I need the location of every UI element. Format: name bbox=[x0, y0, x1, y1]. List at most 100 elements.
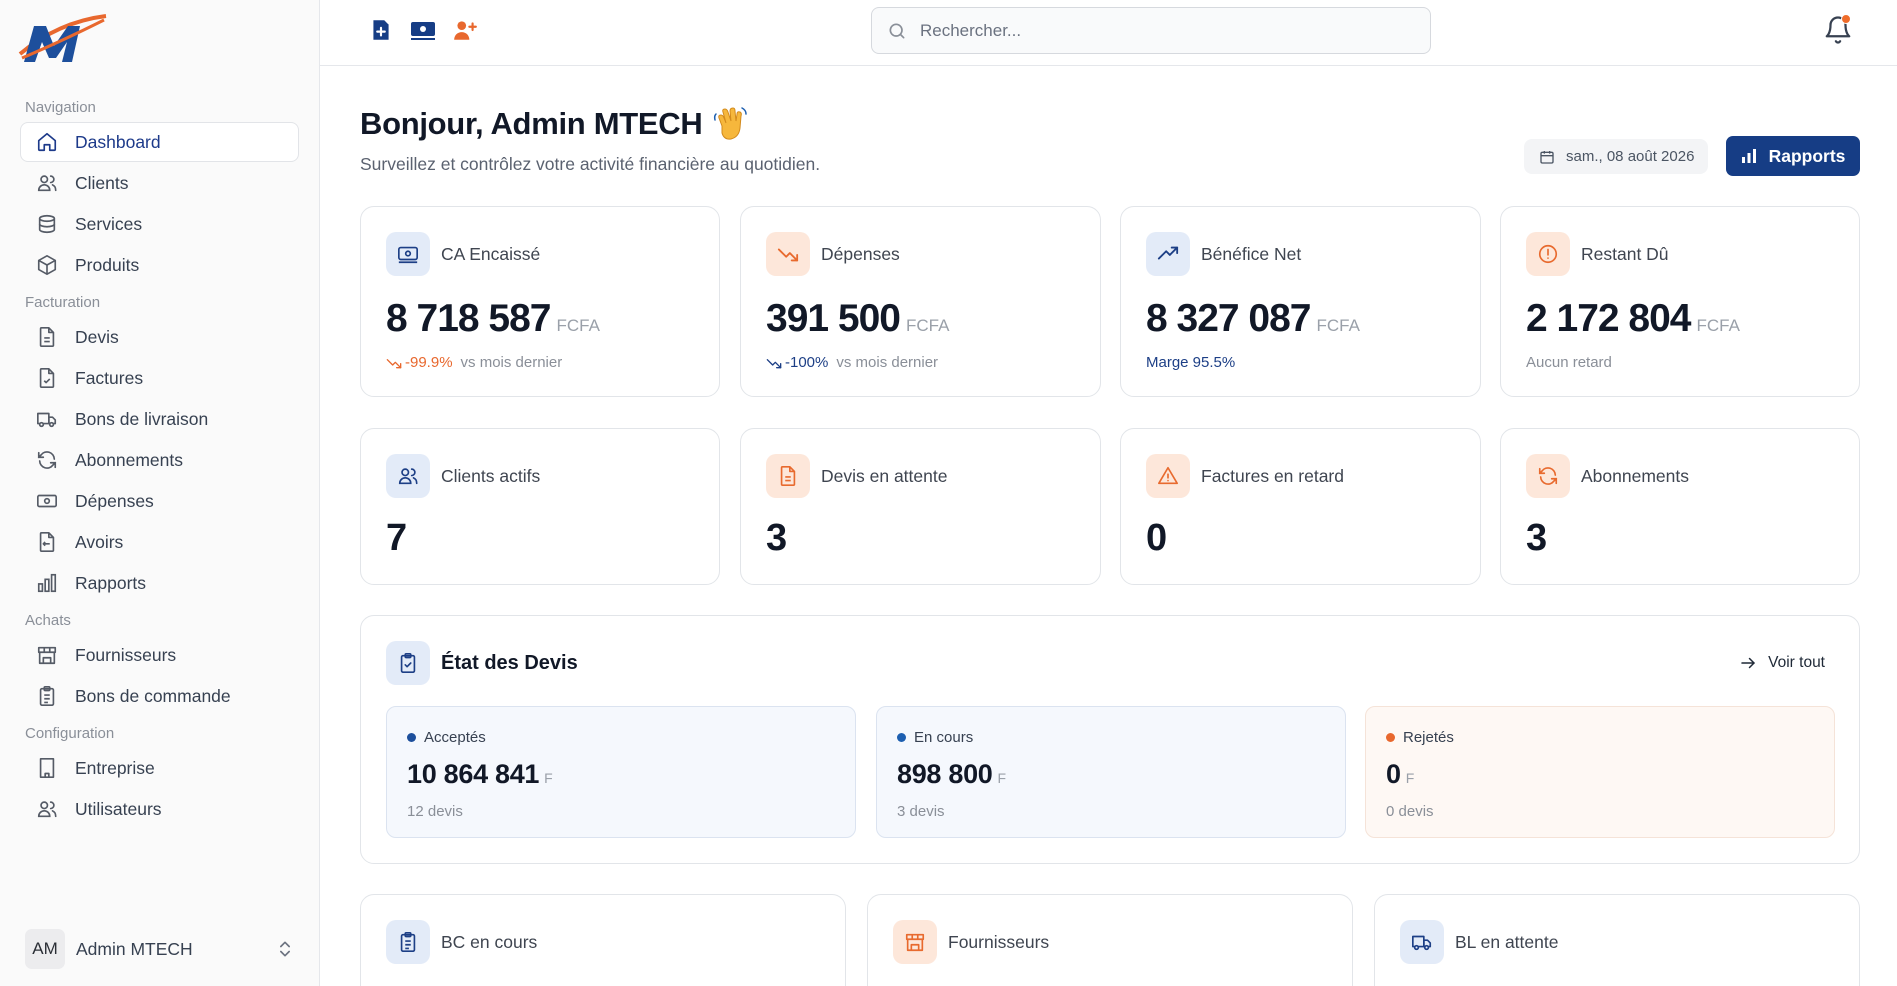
kpi-value: 8 718 587 bbox=[386, 297, 552, 340]
sidebar-item-depenses[interactable]: Dépenses bbox=[20, 481, 299, 521]
sidebar-item-label: Devis bbox=[75, 326, 119, 347]
status-card-acceptes[interactable]: Acceptés 10 864 841 F 12 devis bbox=[386, 706, 856, 838]
status-card-en-cours[interactable]: En cours 898 800 F 3 devis bbox=[876, 706, 1346, 838]
kpi-label: Dépenses bbox=[821, 243, 900, 264]
sidebar-item-bons-de-commande[interactable]: Bons de commande bbox=[20, 676, 299, 716]
sidebar-item-factures[interactable]: Factures bbox=[20, 358, 299, 398]
new-expense-button[interactable] bbox=[410, 17, 436, 43]
kpi-value: 2 172 804 bbox=[1526, 297, 1692, 340]
sidebar-item-label: Dépenses bbox=[75, 490, 154, 511]
alert-triangle-icon bbox=[1158, 466, 1178, 485]
counter-card-clients-actifs[interactable]: Clients actifs 7 bbox=[360, 428, 720, 585]
bottom-card-label: Fournisseurs bbox=[948, 931, 1050, 952]
counter-card-abonnements[interactable]: Abonnements 3 bbox=[1500, 428, 1860, 585]
sidebar-item-dashboard[interactable]: Dashboard bbox=[20, 122, 299, 162]
kpi-card-ca-encaisse[interactable]: CA Encaissé 8 718 587 FCFA -99.9% vs moi… bbox=[360, 206, 720, 397]
file-icon bbox=[780, 466, 796, 486]
devis-status-panel: État des Devis Voir tout Acceptés 10 864… bbox=[360, 615, 1860, 864]
counter-card-factures-en-retard[interactable]: Factures en retard 0 bbox=[1120, 428, 1481, 585]
alert-circle-icon bbox=[1538, 244, 1558, 264]
counter-label: Factures en retard bbox=[1201, 465, 1344, 486]
status-unit: F bbox=[997, 770, 1007, 786]
date-picker[interactable]: sam., 08 août 2026 bbox=[1524, 139, 1709, 174]
trending-down-icon bbox=[766, 358, 782, 368]
counter-header: Abonnements bbox=[1526, 454, 1689, 498]
view-all-label: Voir tout bbox=[1768, 654, 1825, 671]
kpi-value-group: 391 500 FCFA bbox=[766, 297, 949, 341]
sidebar: Navigation Dashboard Clients Services Pr… bbox=[0, 0, 320, 986]
counter-label: Abonnements bbox=[1581, 465, 1689, 486]
page-subtitle: Surveillez et contrôlez votre activité f… bbox=[360, 154, 821, 174]
sidebar-item-entreprise[interactable]: Entreprise bbox=[20, 748, 299, 788]
search-bar bbox=[871, 7, 1431, 54]
kpi-status: Aucun retard bbox=[1526, 354, 1612, 371]
bottom-card-header: Fournisseurs bbox=[893, 920, 1049, 964]
sidebar-item-services[interactable]: Services bbox=[20, 204, 299, 244]
kpi-icon-tile bbox=[1526, 232, 1570, 276]
status-dot bbox=[1386, 733, 1395, 742]
view-all-link[interactable]: Voir tout bbox=[1739, 654, 1825, 672]
kpi-card-restant-du[interactable]: Restant Dû 2 172 804 FCFA Aucun retard bbox=[1500, 206, 1860, 397]
kpi-card-depenses[interactable]: Dépenses 391 500 FCFA -100% vs mois dern… bbox=[740, 206, 1101, 397]
user-menu[interactable]: AM Admin MTECH bbox=[20, 925, 299, 973]
banknote-icon bbox=[37, 494, 57, 508]
sidebar-item-label: Dashboard bbox=[75, 131, 161, 152]
notifications-button[interactable] bbox=[1823, 14, 1853, 45]
kpi-icon-tile bbox=[386, 232, 430, 276]
status-value-group: 898 800 F bbox=[897, 759, 1006, 790]
sidebar-item-label: Clients bbox=[75, 172, 129, 193]
sidebar-item-clients[interactable]: Clients bbox=[20, 163, 299, 203]
bottom-card-fournisseurs[interactable]: Fournisseurs bbox=[867, 894, 1353, 986]
banknote-icon bbox=[411, 22, 435, 40]
clipboard-list-icon bbox=[400, 932, 416, 952]
database-icon bbox=[38, 214, 56, 234]
bar-chart-icon bbox=[37, 573, 57, 593]
counter-icon-tile bbox=[386, 454, 430, 498]
add-user-button[interactable] bbox=[452, 17, 478, 43]
file-icon bbox=[39, 327, 55, 347]
kpi-label: CA Encaissé bbox=[441, 243, 541, 264]
kpi-value-group: 8 327 087 FCFA bbox=[1146, 297, 1360, 341]
search-input[interactable] bbox=[920, 20, 1400, 41]
sidebar-item-label: Entreprise bbox=[75, 757, 155, 778]
trending-down-icon bbox=[386, 358, 402, 368]
status-card-rejetes[interactable]: Rejetés 0 F 0 devis bbox=[1365, 706, 1835, 838]
kpi-margin: Marge 95.5% bbox=[1146, 354, 1236, 371]
sidebar-item-rapports[interactable]: Rapports bbox=[20, 563, 299, 603]
refresh-icon bbox=[1538, 467, 1558, 485]
new-document-button[interactable] bbox=[368, 17, 394, 43]
sidebar-item-bons-de-livraison[interactable]: Bons de livraison bbox=[20, 399, 299, 439]
counter-icon-tile bbox=[1146, 454, 1190, 498]
counter-header: Factures en retard bbox=[1146, 454, 1344, 498]
bottom-card-bc-en-cours[interactable]: BC en cours bbox=[360, 894, 846, 986]
nav-section-facturation: Facturation bbox=[25, 294, 101, 311]
reports-button[interactable]: Rapports bbox=[1726, 136, 1860, 176]
sidebar-item-label: Abonnements bbox=[75, 449, 183, 470]
file-check-icon bbox=[39, 368, 55, 388]
kpi-unit: FCFA bbox=[1316, 316, 1360, 335]
sidebar-item-label: Factures bbox=[75, 367, 144, 388]
sidebar-item-label: Avoirs bbox=[75, 531, 124, 552]
kpi-trend-value: -100% bbox=[785, 354, 829, 371]
sidebar-item-produits[interactable]: Produits bbox=[20, 245, 299, 285]
status-count: 3 devis bbox=[897, 803, 945, 820]
bottom-card-bl-en-attente[interactable]: BL en attente bbox=[1374, 894, 1860, 986]
sidebar-item-devis[interactable]: Devis bbox=[20, 317, 299, 357]
sidebar-item-label: Services bbox=[75, 213, 143, 234]
sidebar-item-abonnements[interactable]: Abonnements bbox=[20, 440, 299, 480]
sidebar-item-avoirs[interactable]: Avoirs bbox=[20, 522, 299, 562]
brand-logo[interactable] bbox=[18, 12, 108, 68]
sidebar-item-fournisseurs[interactable]: Fournisseurs bbox=[20, 635, 299, 675]
kpi-trend: -99.9% vs mois dernier bbox=[386, 354, 562, 371]
counter-card-devis-en-attente[interactable]: Devis en attente 3 bbox=[740, 428, 1101, 585]
sidebar-item-utilisateurs[interactable]: Utilisateurs bbox=[20, 789, 299, 829]
truck-icon bbox=[37, 412, 57, 428]
sidebar-item-label: Produits bbox=[75, 254, 140, 275]
devis-icon-tile bbox=[386, 641, 430, 685]
status-value: 0 bbox=[1386, 759, 1401, 789]
search-icon bbox=[889, 23, 905, 39]
kpi-trend-value: -99.9% bbox=[405, 354, 453, 371]
sidebar-item-label: Bons de commande bbox=[75, 685, 231, 706]
topbar bbox=[320, 0, 1897, 66]
kpi-card-benefice-net[interactable]: Bénéfice Net 8 327 087 FCFA Marge 95.5% bbox=[1120, 206, 1481, 397]
